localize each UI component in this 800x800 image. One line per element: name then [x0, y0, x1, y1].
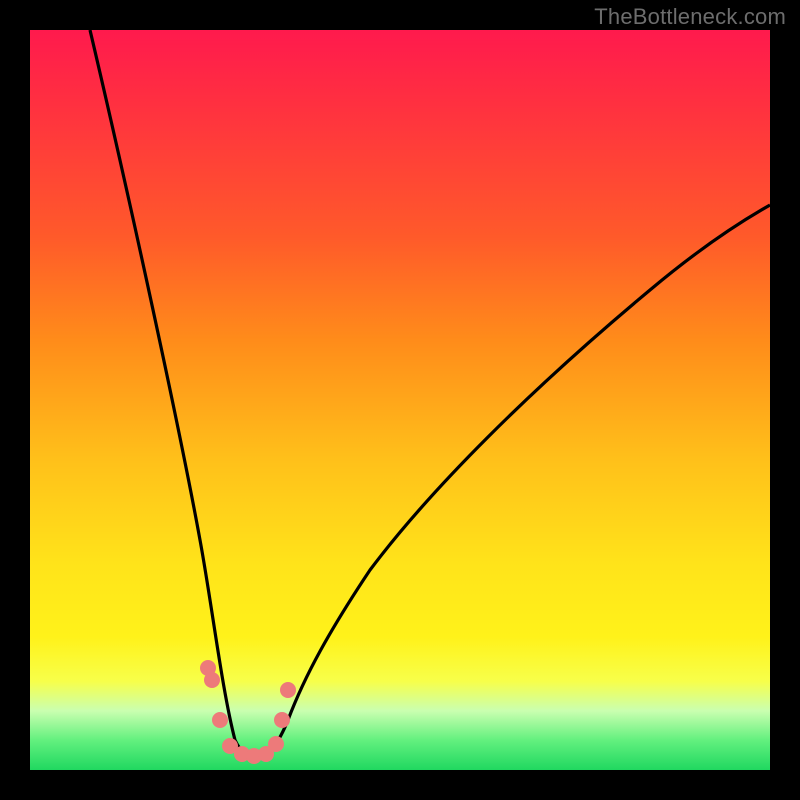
marker-dot	[204, 672, 220, 688]
plot-area	[30, 30, 770, 770]
marker-dot	[212, 712, 228, 728]
marker-group	[200, 660, 296, 764]
chart-frame: TheBottleneck.com	[0, 0, 800, 800]
marker-dot	[268, 736, 284, 752]
watermark-text: TheBottleneck.com	[594, 4, 786, 30]
curve-layer	[30, 30, 770, 770]
marker-dot	[274, 712, 290, 728]
bottleneck-curve	[90, 30, 770, 757]
marker-dot	[280, 682, 296, 698]
